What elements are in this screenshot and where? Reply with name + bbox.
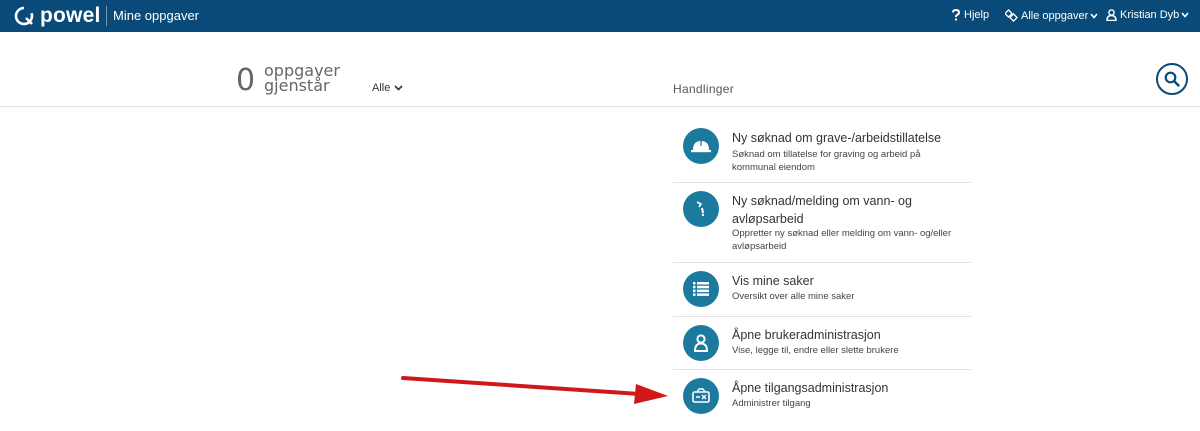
help-label: Hjelp	[964, 9, 990, 21]
action-new-water-sewer[interactable]: Ny søknad/melding om vann- og avløpsarbe…	[673, 183, 971, 263]
chevron-down-icon	[1181, 12, 1189, 18]
action-access-admin[interactable]: Åpne tilgangsadministrasjon Administrer …	[673, 370, 971, 422]
remaining-label-line2: gjenstår	[264, 76, 330, 95]
access-icon	[683, 378, 719, 414]
actions-heading: Handlinger	[673, 82, 735, 96]
action-my-cases[interactable]: Vis mine saker Oversikt over alle mine s…	[673, 263, 971, 317]
action-description: Administrer tilgang	[732, 398, 811, 409]
tasks-label: Alle oppgaver	[1021, 9, 1089, 22]
top-navigation-bar: powel Mine oppgaver Hjelp Alle oppgaver …	[0, 0, 1200, 32]
remaining-count: 0	[236, 63, 256, 98]
help-link[interactable]: Hjelp	[951, 9, 989, 21]
question-icon	[952, 9, 961, 21]
water-tap-icon	[683, 191, 719, 227]
action-title: Vis mine saker	[732, 274, 814, 288]
filter-dropdown[interactable]: Alle	[372, 82, 403, 94]
action-description: Oppretter ny søknad eller melding om van…	[732, 228, 952, 252]
search-icon	[1164, 71, 1180, 87]
brand-name: powel	[40, 4, 101, 27]
remaining-label: oppgaver gjenstår	[264, 63, 340, 95]
powel-logo-icon	[14, 6, 34, 26]
search-button[interactable]	[1156, 63, 1188, 95]
action-description: Vise, legge til, endre eller slette bruk…	[732, 345, 899, 356]
action-user-admin[interactable]: Åpne brukeradministrasjon Vise, legge ti…	[673, 317, 971, 370]
action-title: Ny søknad om grave-/arbeidstillatelse	[732, 131, 942, 145]
action-title: Åpne tilgangsadministrasjon	[732, 381, 889, 395]
filter-value: Alle	[372, 82, 391, 94]
user-icon	[1106, 9, 1117, 21]
chevron-down-icon	[394, 85, 403, 91]
hardhat-icon	[683, 128, 719, 164]
app-title: Mine oppgaver	[113, 8, 199, 23]
tasks-icon	[1005, 9, 1018, 22]
annotation-arrow-icon	[401, 376, 668, 404]
brand[interactable]: powel	[14, 4, 101, 28]
brand-divider	[106, 6, 107, 26]
user-name: Kristian Dyb	[1120, 9, 1180, 21]
tasks-menu[interactable]: Alle oppgaver	[1005, 9, 1101, 22]
action-new-dig-permit[interactable]: Ny søknad om grave-/arbeidstillatelse Sø…	[673, 126, 971, 183]
user-icon	[683, 325, 719, 361]
user-menu[interactable]: Kristian Dyb	[1106, 9, 1192, 21]
action-title: Ny søknad/melding om vann- og avløpsarbe…	[732, 194, 912, 226]
action-description: Oversikt over alle mine saker	[732, 291, 855, 302]
header-divider	[0, 106, 1200, 107]
list-icon	[683, 271, 719, 307]
chevron-down-icon	[1090, 12, 1098, 19]
action-description: Søknad om tillatelse for graving og arbe…	[732, 149, 921, 173]
action-title: Åpne brukeradministrasjon	[732, 328, 881, 342]
